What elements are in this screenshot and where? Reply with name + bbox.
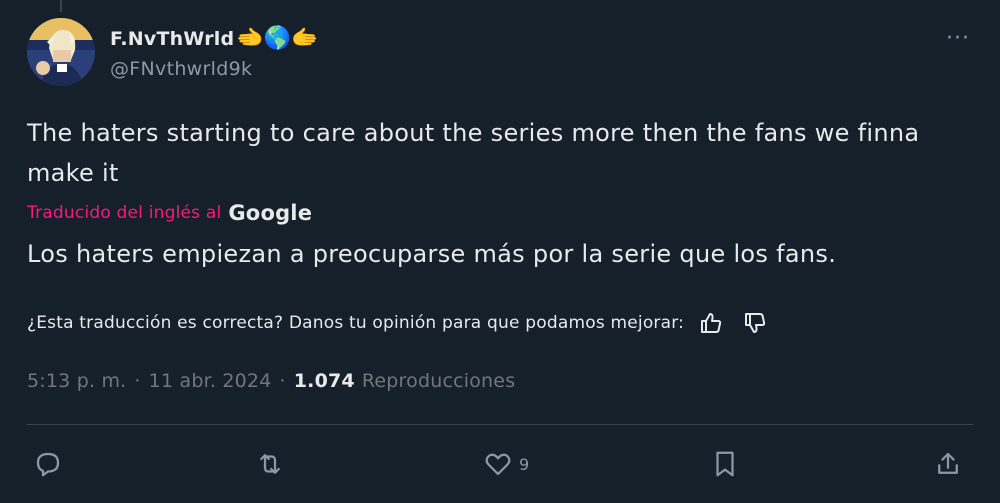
views-label: Reproducciones <box>361 370 516 392</box>
thumbs-up-icon <box>701 313 722 333</box>
author-block: F.NvThWrld 🫲🌎🫱 @FNvthwrld9k <box>110 24 318 81</box>
tweet-date[interactable]: 11 abr. 2024 <box>149 370 272 392</box>
tweet-time[interactable]: 5:13 p. m. <box>27 370 126 392</box>
bookmark-icon <box>716 451 734 477</box>
meta-separator: · <box>279 370 286 392</box>
meta-separator: · <box>134 370 141 392</box>
action-bar: 9 <box>27 442 973 486</box>
heart-icon <box>485 453 511 476</box>
thumbs-up-button[interactable] <box>694 308 728 338</box>
retweet-icon <box>260 454 280 474</box>
avatar[interactable] <box>27 18 95 86</box>
reply-button[interactable] <box>33 442 69 486</box>
like-button[interactable]: 9 <box>483 442 529 486</box>
share-button[interactable] <box>933 442 969 486</box>
retweet-button[interactable] <box>255 442 291 486</box>
more-options-button[interactable]: ··· <box>938 25 978 51</box>
feedback-question: ¿Esta traducción es correcta? Danos tu o… <box>27 313 685 333</box>
more-dots-icon: ··· <box>946 25 970 51</box>
display-name-row[interactable]: F.NvThWrld 🫲🌎🫱 <box>110 24 318 54</box>
translated-from-label[interactable]: Traducido del inglés al <box>27 203 221 223</box>
views-count: 1.074 <box>293 370 355 392</box>
translated-text: Los haters empiezan a preocuparse más po… <box>27 240 837 268</box>
like-count: 9 <box>519 454 530 474</box>
name-emojis: 🫲🌎🫱 <box>236 26 319 51</box>
thumbs-down-icon <box>745 313 766 333</box>
avatar-image <box>27 18 95 86</box>
thread-connector-line <box>60 0 62 12</box>
tweet-text: The haters starting to care about the se… <box>27 119 920 187</box>
divider <box>27 424 973 425</box>
user-handle[interactable]: @FNvthwrld9k <box>110 58 318 80</box>
google-logo: Google <box>228 201 313 225</box>
tweet-metadata: 5:13 p. m. · 11 abr. 2024 · 1.074 Reprod… <box>27 366 515 396</box>
bookmark-button[interactable] <box>710 442 746 486</box>
share-icon <box>938 452 958 474</box>
translation-feedback: ¿Esta traducción es correcta? Danos tu o… <box>27 308 772 338</box>
translation-attribution: Traducido del inglés al Google <box>27 198 312 228</box>
thumbs-down-button[interactable] <box>738 308 772 338</box>
display-name[interactable]: F.NvThWrld <box>110 28 234 50</box>
reply-icon <box>36 452 60 477</box>
